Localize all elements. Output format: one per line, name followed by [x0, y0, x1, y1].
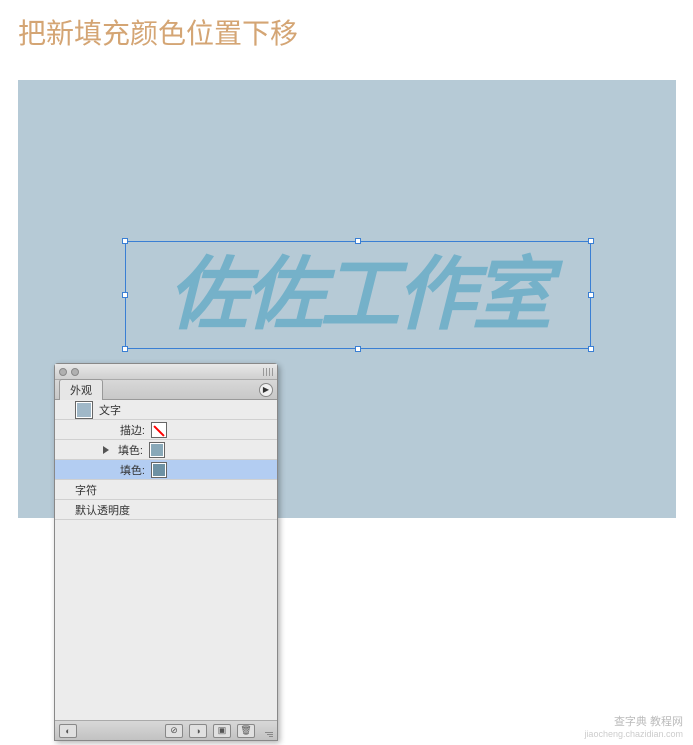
selection-handle-n[interactable] [355, 238, 361, 244]
selection-handle-se[interactable] [588, 346, 594, 352]
fill-row-1[interactable]: 填色: [55, 440, 277, 460]
panel-body: 文字 描边: 填色: 填色: 字符 默认透明度 [55, 400, 277, 720]
fill-swatch-1[interactable] [149, 442, 165, 458]
object-swatch[interactable] [75, 401, 93, 419]
panel-menu-icon[interactable]: ▶ [259, 383, 273, 397]
panel-grip[interactable] [263, 368, 273, 376]
duplicate-button[interactable]: ◑ [189, 724, 207, 738]
artwork-text[interactable]: 佐佐工作室 [168, 255, 548, 335]
selection-handle-w[interactable] [122, 292, 128, 298]
tab-appearance[interactable]: 外观 [59, 379, 103, 400]
characters-label: 字符 [75, 482, 97, 498]
window-dot[interactable] [59, 368, 67, 376]
new-button[interactable]: ▣ [213, 724, 231, 738]
fill-label-1: 填色: [113, 442, 143, 458]
default-opacity-row[interactable]: 默认透明度 [55, 500, 277, 520]
selection-handle-s[interactable] [355, 346, 361, 352]
watermark-line2: jiaocheng.chazidian.com [584, 729, 683, 739]
fill-swatch-2[interactable] [151, 462, 167, 478]
fill-label-2: 填色: [115, 462, 145, 478]
selection-handle-e[interactable] [588, 292, 594, 298]
selection-handle-sw[interactable] [122, 346, 128, 352]
fx-button[interactable]: ◐ [59, 724, 77, 738]
stroke-row[interactable]: 描边: [55, 420, 277, 440]
page-title: 把新填充颜色位置下移 [0, 0, 693, 64]
selected-text-object[interactable]: 佐佐工作室 [128, 244, 588, 346]
resize-grip-icon[interactable] [261, 725, 273, 737]
clear-button[interactable]: ⊘ [165, 724, 183, 738]
stroke-label: 描边: [115, 422, 145, 438]
appearance-panel[interactable]: 外观 ▶ 文字 描边: 填色: 填色: 字符 [54, 363, 278, 741]
default-opacity-label: 默认透明度 [75, 502, 130, 518]
panel-tabbar: 外观 ▶ [55, 380, 277, 400]
characters-row[interactable]: 字符 [55, 480, 277, 500]
expand-triangle-icon[interactable] [103, 446, 109, 454]
trash-button[interactable]: 🗑 [237, 724, 255, 738]
panel-empty-area [55, 520, 277, 720]
selection-handle-nw[interactable] [122, 238, 128, 244]
selection-handle-ne[interactable] [588, 238, 594, 244]
object-type-label: 文字 [99, 402, 121, 418]
watermark-line1: 查字典 教程网 [584, 713, 683, 729]
panel-titlebar[interactable] [55, 364, 277, 380]
object-type-row[interactable]: 文字 [55, 400, 277, 420]
window-dot[interactable] [71, 368, 79, 376]
fill-row-2-selected[interactable]: 填色: [55, 460, 277, 480]
stroke-swatch-none[interactable] [151, 422, 167, 438]
panel-footer: ◐ ⊘ ◑ ▣ 🗑 [55, 720, 277, 740]
watermark: 查字典 教程网 jiaocheng.chazidian.com [584, 713, 683, 739]
